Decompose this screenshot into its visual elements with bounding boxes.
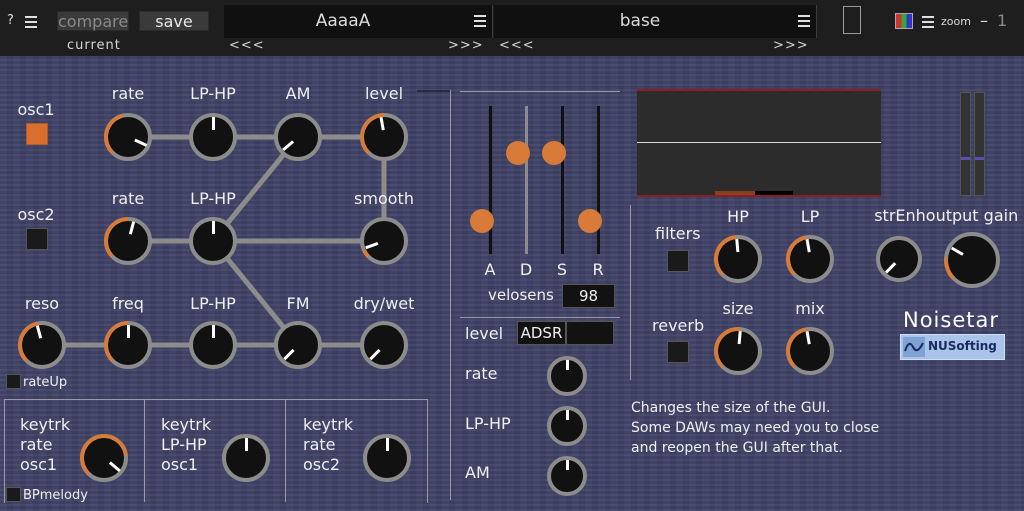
drywet-label: dry/wet — [353, 294, 415, 313]
freq-label: freq — [112, 294, 144, 313]
display-marker-a — [715, 191, 755, 195]
attack-slider-track[interactable] — [489, 106, 492, 254]
waveform-trace — [637, 142, 881, 143]
level-mode-select[interactable]: ADSR — [517, 321, 566, 345]
am1-knob[interactable] — [274, 113, 322, 161]
size-label: size — [722, 299, 754, 318]
level-mode-label: level — [465, 324, 504, 343]
level-mode-extra[interactable] — [566, 321, 614, 345]
osc1-toggle[interactable] — [26, 123, 48, 145]
lphp3-knob[interactable] — [189, 321, 237, 369]
lp-knob[interactable] — [786, 235, 834, 283]
meter-right — [974, 92, 985, 196]
gui-size-info: Changes the size of the GUI. Some DAWs m… — [631, 398, 879, 458]
keytrk3-line1: keytrk — [303, 415, 354, 434]
rateup-label: rateUp — [23, 375, 68, 390]
bpmelody-label: BPmelody — [23, 488, 88, 503]
output-gain-label: output gain — [925, 206, 1019, 225]
mix-label: mix — [795, 299, 825, 318]
keytrk-divider-2 — [285, 399, 286, 502]
lp-label: LP — [800, 207, 820, 226]
filters-toggle[interactable] — [667, 250, 689, 272]
nusofting-logo: NUSofting — [900, 334, 1005, 360]
keytrk1-line3: osc1 — [20, 455, 58, 474]
attack-label: A — [484, 260, 496, 279]
env-rate-label: rate — [465, 364, 498, 383]
brand-name: Noisetar — [903, 308, 999, 332]
meter-left — [960, 92, 971, 196]
osc2-label: osc2 — [17, 205, 55, 224]
fm-knob[interactable] — [274, 321, 322, 369]
display-marker-b — [755, 191, 793, 195]
smooth-knob[interactable] — [360, 217, 408, 265]
info-line-2: Some DAWs may need you to close — [631, 420, 880, 436]
decay-slider-track[interactable] — [525, 106, 528, 254]
env-lphp-label: LP-HP — [465, 414, 511, 433]
sustain-slider-track[interactable] — [561, 106, 564, 254]
info-line-3: and reopen the GUI after that. — [631, 440, 843, 456]
keytrk-divider-1 — [144, 399, 145, 502]
sustain-label: S — [556, 260, 568, 279]
osc1-label: osc1 — [17, 100, 55, 119]
wave-logo-icon — [903, 337, 925, 357]
keytrk2-line3: osc1 — [161, 455, 199, 474]
decay-label: D — [519, 260, 533, 279]
company-name: NUSofting — [928, 339, 997, 353]
velosens-label: velosens — [488, 286, 554, 304]
env-lphp-knob[interactable] — [547, 406, 587, 446]
hp-knob[interactable] — [714, 235, 762, 283]
rate2-knob[interactable] — [104, 217, 152, 265]
level-label: level — [364, 84, 404, 103]
output-gain-knob[interactable] — [944, 232, 1000, 288]
keytrk2-line1: keytrk — [161, 415, 212, 434]
keytrk2-line2: LP-HP — [161, 435, 207, 454]
lphp1-knob[interactable] — [189, 113, 237, 161]
bpmelody-checkbox[interactable] — [6, 487, 21, 502]
reverb-toggle[interactable] — [667, 341, 689, 363]
strenh-label: strEnh — [874, 206, 926, 225]
freq-knob[interactable] — [104, 321, 152, 369]
lphp1-label: LP-HP — [190, 84, 236, 103]
keytrk1-line2: rate — [20, 435, 53, 454]
env-rate-knob[interactable] — [547, 356, 587, 396]
keytrk3-knob[interactable] — [363, 434, 411, 482]
rate1-label: rate — [111, 84, 145, 103]
waveform-display — [637, 89, 881, 197]
hp-label: HP — [727, 207, 749, 226]
release-slider-track[interactable] — [597, 106, 600, 254]
fm-label: FM — [286, 294, 310, 313]
rate2-label: rate — [111, 189, 145, 208]
size-knob[interactable] — [714, 327, 762, 375]
keytrk1-knob[interactable] — [80, 434, 128, 482]
keytrk1-line1: keytrk — [20, 415, 71, 434]
reso-label: reso — [24, 294, 60, 313]
fx-divider — [630, 205, 631, 380]
reverb-label: reverb — [652, 316, 705, 335]
reso-knob[interactable] — [18, 321, 66, 369]
keytrk3-line3: osc2 — [303, 455, 341, 474]
lphp3-label: LP-HP — [190, 294, 236, 313]
osc2-toggle[interactable] — [26, 228, 48, 250]
am1-label: AM — [285, 84, 311, 103]
env-am-label: AM — [465, 463, 490, 482]
drywet-knob[interactable] — [360, 321, 408, 369]
rate1-knob[interactable] — [104, 113, 152, 161]
release-label: R — [592, 260, 604, 279]
smooth-label: smooth — [354, 189, 414, 208]
env-am-knob[interactable] — [547, 456, 587, 496]
lphp2-label: LP-HP — [190, 189, 236, 208]
info-line-1: Changes the size of the GUI. — [631, 400, 831, 416]
strenh-knob[interactable] — [876, 236, 922, 282]
keytrk2-knob[interactable] — [222, 434, 270, 482]
env-bottom-line — [460, 317, 620, 318]
middle-divider — [450, 90, 451, 500]
filters-label: filters — [655, 224, 701, 243]
rateup-checkbox[interactable] — [6, 374, 21, 389]
keytrk3-line2: rate — [303, 435, 336, 454]
velosens-value[interactable]: 98 — [562, 284, 615, 308]
lphp2-knob[interactable] — [189, 217, 237, 265]
env-top-line — [460, 91, 620, 92]
level-knob[interactable] — [360, 113, 408, 161]
mix-knob[interactable] — [786, 327, 834, 375]
